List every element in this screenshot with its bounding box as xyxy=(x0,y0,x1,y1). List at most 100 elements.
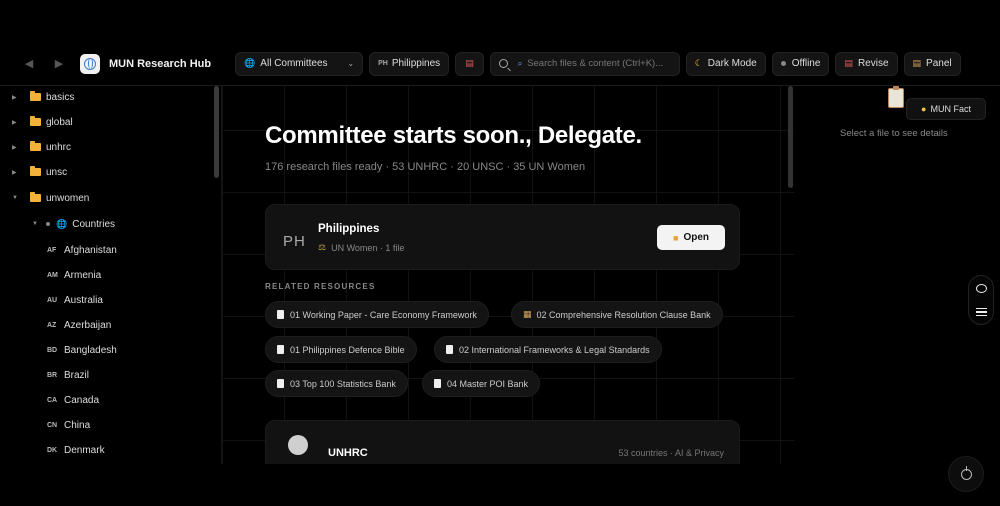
country-button[interactable]: PH Philippines xyxy=(369,51,450,76)
country-item[interactable]: AF Afghanistan xyxy=(47,240,117,260)
timer-button[interactable] xyxy=(948,456,984,492)
resource-chip[interactable]: 01 Working Paper - Care Economy Framewor… xyxy=(265,301,489,328)
country-item[interactable]: AM Armenia xyxy=(47,265,101,285)
folder-basics[interactable]: ▶ basics xyxy=(12,87,74,107)
doc-icon xyxy=(434,379,441,388)
country-item[interactable]: AU Australia xyxy=(47,290,103,310)
delegation-name: Philippines xyxy=(318,223,380,235)
country-code: DK xyxy=(47,446,58,454)
folder-icon xyxy=(30,116,41,126)
country-name: Afghanistan xyxy=(64,244,117,256)
country-code: PH xyxy=(378,60,388,67)
un-emblem-icon xyxy=(288,435,308,455)
dot-icon xyxy=(46,222,50,226)
country-name: Denmark xyxy=(64,444,105,456)
resource-label: 01 Working Paper - Care Economy Framewor… xyxy=(290,309,477,320)
sidebar-scrollbar[interactable] xyxy=(214,86,219,178)
resource-chip[interactable]: 02 International Frameworks & Legal Stan… xyxy=(434,336,662,363)
app-title: MUN Research Hub xyxy=(109,57,212,70)
forward-arrow-icon[interactable]: ▶ xyxy=(48,53,70,75)
country-name: Philippines xyxy=(391,58,441,69)
files-summary: 176 research files ready · 53 UNHRC · 20… xyxy=(265,161,586,173)
doc-icon xyxy=(277,310,284,319)
committee-card[interactable]: UNHRC 53 countries · AI & Privacy xyxy=(265,420,740,464)
folder-icon xyxy=(30,192,41,202)
search-icon xyxy=(498,59,508,68)
dark-mode-button[interactable]: ☾ Dark Mode xyxy=(685,51,766,76)
country-code: AM xyxy=(47,271,58,279)
country-name: Brazil xyxy=(64,369,90,381)
timer-icon xyxy=(960,465,972,480)
folder-icon xyxy=(30,141,41,151)
search-input[interactable]: ⌕ Search files & content (Ctrl+K)... xyxy=(489,51,680,76)
country-name: Armenia xyxy=(64,269,102,281)
resource-chip[interactable]: 03 Top 100 Statistics Bank xyxy=(265,370,408,397)
list-icon[interactable] xyxy=(975,308,987,317)
notes-icon: ▤ xyxy=(844,58,853,68)
related-resources-heading: RELATED RESOURCES xyxy=(265,282,376,291)
clipboard-icon xyxy=(888,86,904,108)
folder-countries[interactable]: ▼ 🌐 Countries xyxy=(32,214,115,234)
country-item[interactable]: BR Brazil xyxy=(47,365,89,385)
revise-button[interactable]: ▤ Revise xyxy=(835,51,898,76)
doc-icon xyxy=(277,345,284,354)
chat-icon[interactable] xyxy=(975,283,987,293)
country-item[interactable]: AZ Azerbaijan xyxy=(47,315,111,335)
resource-chip[interactable]: 04 Master POI Bank xyxy=(422,370,541,397)
details-placeholder: Select a file to see details xyxy=(840,128,948,139)
file-button[interactable]: ▤ xyxy=(455,51,484,76)
revise-label: Revise xyxy=(857,58,889,69)
country-code: CN xyxy=(47,421,58,429)
folder-unhrc[interactable]: ▶ unhrc xyxy=(12,137,71,157)
country-name: Canada xyxy=(64,394,100,406)
panel-button[interactable]: ▤ Panel xyxy=(903,51,961,76)
caret-right-icon: ▶ xyxy=(12,144,17,151)
mun-fact-label: MUN Fact xyxy=(930,104,971,114)
country-item[interactable]: CN China xyxy=(47,415,90,435)
resource-label: 02 International Frameworks & Legal Stan… xyxy=(459,344,650,355)
caret-down-icon: ▼ xyxy=(32,221,38,227)
details-panel: ● MUN Fact Select a file to see details xyxy=(796,86,1000,464)
folder-icon xyxy=(30,91,41,101)
dark-mode-label: Dark Mode xyxy=(707,58,757,69)
caret-right-icon: ▶ xyxy=(12,94,17,101)
country-item[interactable]: CA Canada xyxy=(47,390,99,410)
committee-meta: 53 countries · AI & Privacy xyxy=(618,448,724,458)
country-code: CA xyxy=(47,396,58,404)
country-code: BR xyxy=(47,371,58,379)
committee-select[interactable]: 🌐 All Committees ⌄ xyxy=(235,51,364,76)
resource-label: 03 Top 100 Statistics Bank xyxy=(290,378,396,389)
delegation-meta: ⚖ UN Women · 1 file xyxy=(318,242,404,253)
resource-label: 01 Philippines Defence Bible xyxy=(290,344,405,355)
resource-label: 02 Comprehensive Resolution Clause Bank xyxy=(536,309,711,320)
resource-chip[interactable]: ▦ 02 Comprehensive Resolution Clause Ban… xyxy=(511,301,723,328)
caret-right-icon: ▶ xyxy=(12,169,17,176)
folder-label: Countries xyxy=(72,218,116,230)
country-code: BD xyxy=(47,346,58,354)
resource-chip[interactable]: 01 Philippines Defence Bible xyxy=(265,336,417,363)
folder-unsc[interactable]: ▶ unsc xyxy=(12,162,67,182)
folder-unwomen[interactable]: ▼ unwomen xyxy=(12,188,89,208)
main-scrollbar[interactable] xyxy=(788,86,793,188)
delegation-card: PH Philippines ⚖ UN Women · 1 file ■ Ope… xyxy=(265,204,740,270)
mun-fact-button[interactable]: ● MUN Fact xyxy=(906,98,986,120)
status-dot-icon xyxy=(780,61,786,66)
country-item[interactable]: DK Denmark xyxy=(47,440,105,460)
document-icon: ▤ xyxy=(465,58,474,68)
page-title: Committee starts soon., Delegate. xyxy=(265,122,642,149)
country-code: AZ xyxy=(47,321,57,329)
open-button[interactable]: ■ Open xyxy=(657,225,725,250)
country-item[interactable]: BD Bangladesh xyxy=(47,340,117,360)
delegation-code: PH xyxy=(283,233,306,250)
main-content: Committee starts soon., Delegate. 176 re… xyxy=(222,86,794,464)
folder-global[interactable]: ▶ global xyxy=(12,112,73,132)
caret-down-icon: ▼ xyxy=(12,195,18,201)
offline-button[interactable]: Offline xyxy=(771,51,830,76)
country-code: AF xyxy=(47,246,57,254)
globe-icon: 🌐 xyxy=(56,218,68,229)
back-arrow-icon[interactable]: ◀ xyxy=(18,53,40,75)
doc-icon xyxy=(446,345,453,354)
scale-icon: ⚖ xyxy=(318,242,327,252)
resource-label: 04 Master POI Bank xyxy=(447,378,529,389)
country-name: Bangladesh xyxy=(64,344,117,356)
